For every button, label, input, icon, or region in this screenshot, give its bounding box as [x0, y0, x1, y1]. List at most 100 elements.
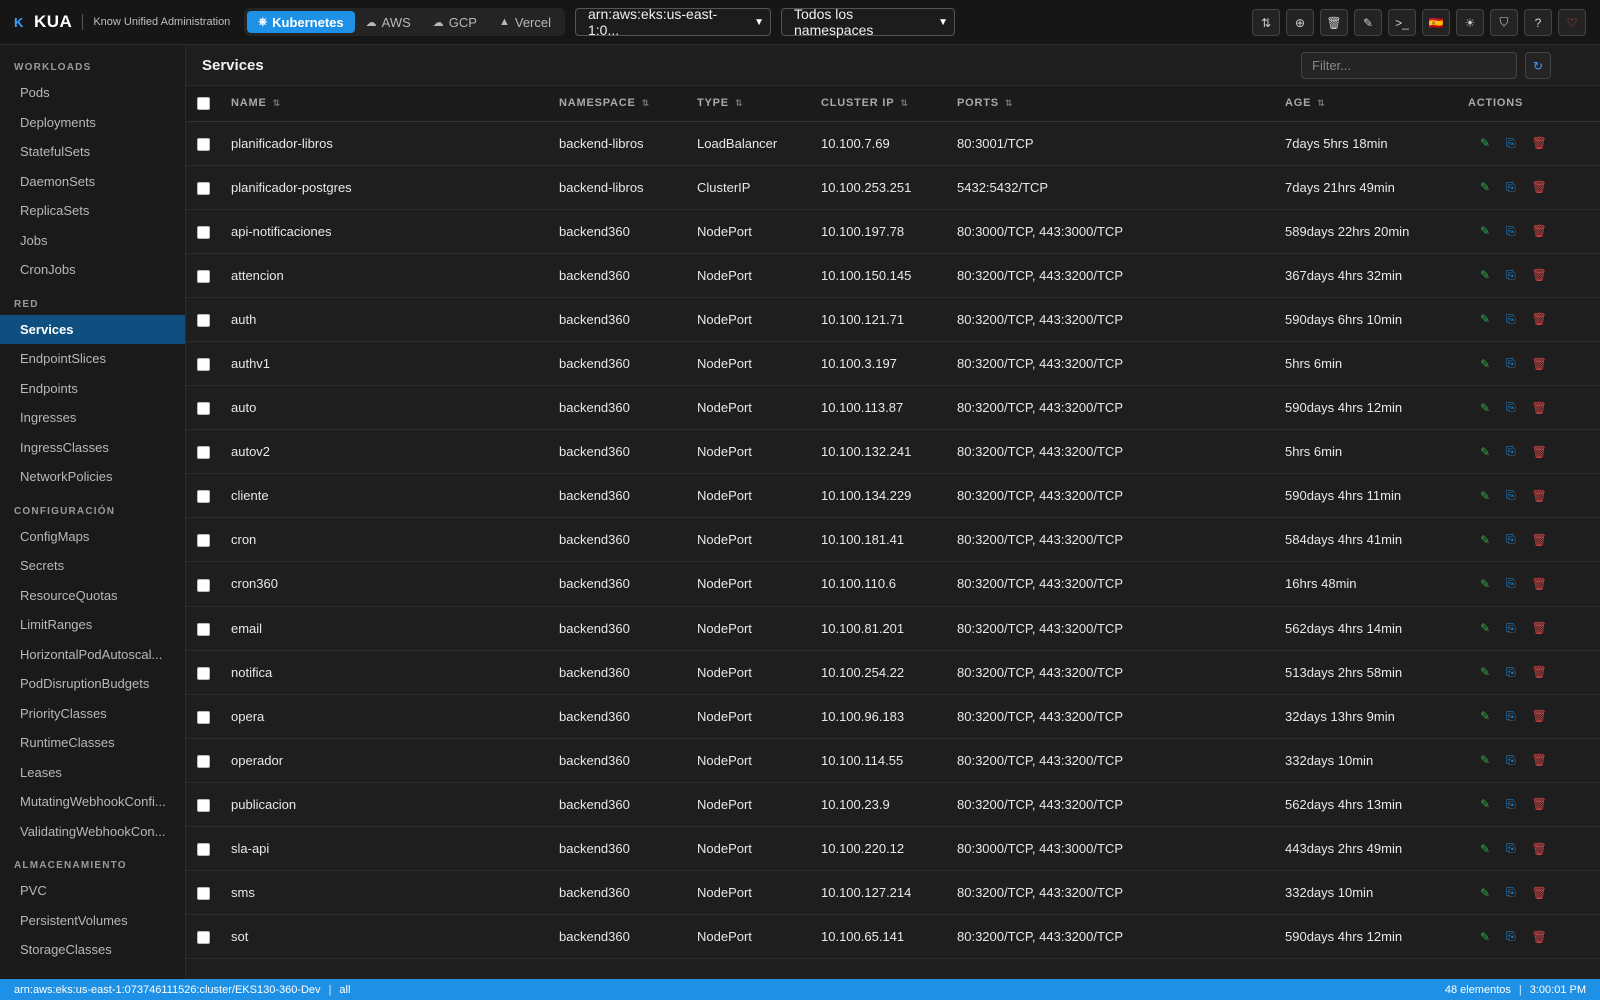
describe-icon[interactable]: ⎘	[1506, 356, 1516, 371]
column-header-type[interactable]: TYPE ⇅	[697, 86, 821, 122]
edit-icon[interactable]: ✎	[1480, 886, 1490, 900]
delete-icon[interactable]: 🗑	[1532, 268, 1547, 282]
service-name[interactable]: planificador-libros	[231, 121, 559, 166]
describe-icon[interactable]: ⎘	[1506, 797, 1516, 812]
sidebar-item-mutatingwebhooks[interactable]: MutatingWebhookConfi...	[0, 787, 185, 817]
table-row[interactable]: api-notificaciones backend360 NodePort 10.1…	[186, 209, 1600, 254]
row-checkbox[interactable]	[197, 313, 210, 327]
sidebar-item-runtimeclasses[interactable]: RuntimeClasses	[0, 728, 185, 758]
row-checkbox[interactable]	[197, 666, 210, 680]
terminal-button[interactable]: >_	[1388, 9, 1416, 36]
delete-icon[interactable]: 🗑	[1532, 665, 1547, 679]
row-checkbox[interactable]	[197, 358, 210, 372]
row-checkbox[interactable]	[197, 269, 210, 283]
sidebar-item-jobs[interactable]: Jobs	[0, 226, 185, 256]
service-name[interactable]: sot	[231, 914, 559, 960]
edit-icon[interactable]: ✎	[1480, 797, 1490, 811]
delete-icon[interactable]: 🗑	[1532, 886, 1547, 900]
edit-icon[interactable]: ✎	[1480, 489, 1490, 503]
describe-icon[interactable]: ⎘	[1506, 841, 1516, 856]
describe-icon[interactable]: ⎘	[1506, 488, 1516, 503]
column-header-namespace[interactable]: NAMESPACE ⇅	[559, 86, 697, 122]
row-checkbox[interactable]	[197, 931, 210, 945]
sidebar-item-deployments[interactable]: Deployments	[0, 108, 185, 138]
delete-icon[interactable]: 🗑	[1532, 224, 1547, 238]
edit-icon[interactable]: ✎	[1480, 709, 1490, 723]
row-checkbox[interactable]	[197, 402, 210, 416]
describe-icon[interactable]: ⎘	[1506, 621, 1516, 636]
sidebar-item-storageclasses[interactable]: StorageClasses	[0, 935, 185, 965]
sidebar-item-secrets[interactable]: Secrets	[0, 551, 185, 581]
edit-icon[interactable]: ✎	[1480, 224, 1490, 238]
delete-icon[interactable]: 🗑	[1532, 312, 1547, 326]
table-row[interactable]: auto backend360 NodePort 10.100.113.87 80:32…	[186, 385, 1600, 431]
row-checkbox[interactable]	[197, 137, 210, 151]
delete-button[interactable]: 🗑	[1320, 9, 1348, 36]
sidebar-item-validatingwebhooks[interactable]: ValidatingWebhookCon...	[0, 817, 185, 847]
edit-icon[interactable]: ✎	[1480, 577, 1490, 591]
edit-icon[interactable]: ✎	[1480, 180, 1490, 194]
delete-icon[interactable]: 🗑	[1532, 401, 1547, 415]
describe-icon[interactable]: ⎘	[1506, 532, 1516, 547]
column-header-cluster-ip[interactable]: CLUSTER IP ⇅	[821, 86, 957, 122]
filter-input[interactable]: Filter...	[1301, 52, 1517, 79]
row-checkbox[interactable]	[197, 798, 210, 812]
sidebar-item-configmaps[interactable]: ConfigMaps	[0, 522, 185, 552]
edit-icon[interactable]: ✎	[1480, 930, 1490, 944]
sidebar-item-leases[interactable]: Leases	[0, 758, 185, 788]
delete-icon[interactable]: 🗑	[1532, 621, 1547, 635]
table-row[interactable]: notifica backend360 NodePort 10.100.254.22 8…	[186, 650, 1600, 695]
row-checkbox[interactable]	[197, 754, 210, 768]
service-name[interactable]: authv1	[231, 341, 559, 387]
table-row[interactable]: attencion backend360 NodePort 10.100.150.14…	[186, 253, 1600, 298]
table-row[interactable]: cliente backend360 NodePort 10.100.134.229 8…	[186, 473, 1600, 519]
service-name[interactable]: attencion	[231, 253, 559, 298]
tab-vercel[interactable]: ▲ Vercel	[488, 11, 562, 33]
table-row[interactable]: email backend360 NodePort 10.100.81.201 80:3…	[186, 606, 1600, 651]
table-row[interactable]: auth backend360 NodePort 10.100.121.71 80:32…	[186, 297, 1600, 342]
describe-icon[interactable]: ⎘	[1506, 576, 1516, 591]
describe-icon[interactable]: ⎘	[1506, 709, 1516, 724]
describe-icon[interactable]: ⎘	[1506, 753, 1516, 768]
table-row[interactable]: authv1 backend360 NodePort 10.100.3.197 80:3…	[186, 341, 1600, 387]
describe-icon[interactable]: ⎘	[1506, 929, 1516, 944]
table-row[interactable]: sla-api backend360 NodePort 10.100.220.12 80…	[186, 826, 1600, 872]
sidebar-item-statefulsets[interactable]: StatefulSets	[0, 137, 185, 167]
edit-icon[interactable]: ✎	[1480, 268, 1490, 282]
describe-icon[interactable]: ⎘	[1506, 224, 1516, 239]
row-checkbox[interactable]	[197, 887, 210, 901]
service-name[interactable]: cron	[231, 517, 559, 563]
tab-aws[interactable]: ☁ AWS	[355, 11, 422, 33]
sidebar-item-hpa[interactable]: HorizontalPodAutoscal...	[0, 640, 185, 670]
table-row[interactable]: operador backend360 NodePort 10.100.114.55 8…	[186, 738, 1600, 783]
sidebar-item-pods[interactable]: Pods	[0, 78, 185, 108]
service-name[interactable]: planificador-postgres	[231, 165, 559, 210]
service-name[interactable]: cliente	[231, 473, 559, 519]
cluster-select[interactable]: arn:aws:eks:us-east-1:0... ▼	[575, 6, 771, 38]
add-resource-button[interactable]: ⊕	[1286, 9, 1314, 36]
language-button[interactable]: 🇪🇸	[1422, 9, 1450, 36]
describe-icon[interactable]: ⎘	[1506, 312, 1516, 327]
service-name[interactable]: sla-api	[231, 826, 559, 872]
service-name[interactable]: cron360	[231, 561, 559, 607]
row-checkbox[interactable]	[197, 622, 210, 636]
edit-icon[interactable]: ✎	[1480, 312, 1490, 326]
edit-icon[interactable]: ✎	[1480, 357, 1490, 371]
delete-icon[interactable]: 🗑	[1532, 842, 1547, 856]
row-checkbox[interactable]	[197, 578, 210, 592]
row-checkbox[interactable]	[197, 181, 210, 195]
sidebar-item-persistentvolumes[interactable]: PersistentVolumes	[0, 906, 185, 936]
row-checkbox[interactable]	[197, 490, 210, 504]
edit-icon[interactable]: ✎	[1480, 533, 1490, 547]
select-all-checkbox[interactable]	[197, 96, 210, 110]
table-row[interactable]: planificador-libros backend-libros LoadBal…	[186, 121, 1600, 166]
service-name[interactable]: publicacion	[231, 782, 559, 828]
delete-icon[interactable]: 🗑	[1532, 709, 1547, 723]
sidebar-item-endpointslices[interactable]: EndpointSlices	[0, 344, 185, 374]
service-name[interactable]: email	[231, 606, 559, 651]
sort-toggle-button[interactable]: ⇅	[1252, 9, 1280, 36]
edit-icon[interactable]: ✎	[1480, 621, 1490, 635]
sidebar-item-cronjobs[interactable]: CronJobs	[0, 255, 185, 285]
favorite-button[interactable]: ♡	[1558, 9, 1586, 36]
sidebar-item-ingressclasses[interactable]: IngressClasses	[0, 433, 185, 463]
